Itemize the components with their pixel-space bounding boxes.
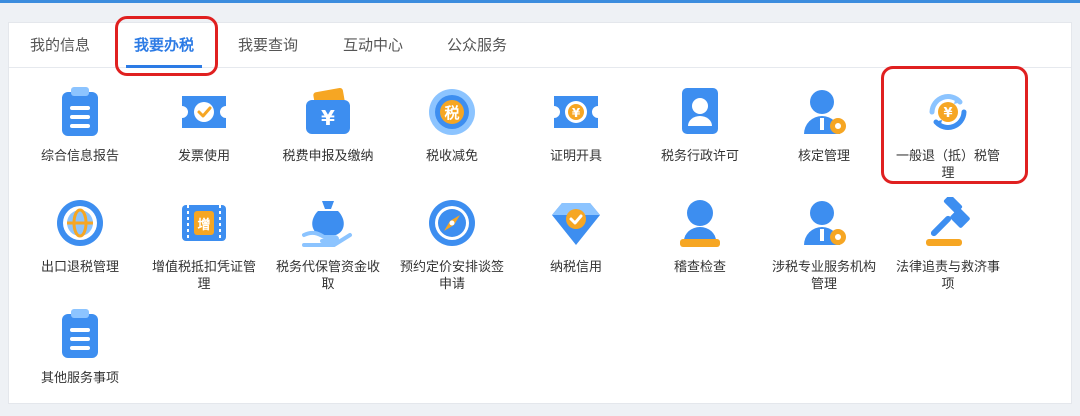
gavel-icon [922, 197, 974, 249]
svg-text:¥: ¥ [943, 106, 952, 121]
service-tax-credit[interactable]: 纳税信用 [514, 197, 638, 276]
service-comprehensive-info-report[interactable]: 综合信息报告 [18, 86, 142, 165]
service-label: 纳税信用 [549, 260, 602, 275]
service-label: 税务行政许可 [660, 149, 739, 164]
invoice-ticket-icon [178, 86, 230, 138]
clipboard-icon [54, 308, 106, 360]
service-advance-pricing[interactable]: 预约定价安排谈签申请 [390, 197, 514, 293]
vat-voucher-icon: 增 [178, 197, 230, 249]
service-label: 证明开具 [549, 149, 602, 164]
tab-query[interactable]: 我要查询 [238, 23, 298, 68]
service-panel: 我的信息 我要办税 我要查询 互动中心 公众服务 综合信息报告 发票使用 ¥ 税… [8, 22, 1072, 404]
service-certificate-issue[interactable]: ¥ 证明开具 [514, 86, 638, 165]
service-label: 税费申报及缴纳 [282, 149, 374, 164]
service-general-refund[interactable]: ¥ 一般退（抵）税管理 [886, 86, 1010, 182]
clipboard-icon [54, 86, 106, 138]
tab-my-info[interactable]: 我的信息 [30, 23, 90, 68]
wallet-yuan-icon: ¥ [302, 86, 354, 138]
service-label: 涉税专业服务机构管理 [771, 260, 876, 292]
certificate-yuan-icon: ¥ [550, 86, 602, 138]
globe-icon [54, 197, 106, 249]
diamond-check-icon [550, 197, 602, 249]
user-gear-icon [798, 197, 850, 249]
service-legal-remedy[interactable]: 法律追责与救济事项 [886, 197, 1010, 293]
service-label: 税务代保管资金收取 [275, 260, 380, 292]
inspector-icon [674, 197, 726, 249]
compass-icon [426, 197, 478, 249]
service-other[interactable]: 其他服务事项 [18, 308, 142, 387]
svg-text:¥: ¥ [321, 106, 335, 130]
service-label: 核定管理 [797, 149, 850, 164]
svg-text:¥: ¥ [572, 106, 581, 120]
service-label: 其他服务事项 [40, 371, 119, 386]
tab-public-service[interactable]: 公众服务 [447, 23, 507, 68]
svg-text:税: 税 [444, 104, 459, 122]
service-professional-agency[interactable]: 涉税专业服务机构管理 [762, 197, 886, 293]
service-tax-reduction[interactable]: 税 税收减免 [390, 86, 514, 165]
service-assessment-management[interactable]: 核定管理 [762, 86, 886, 165]
service-label: 预约定价安排谈签申请 [399, 260, 504, 292]
service-custody-fund[interactable]: 税务代保管资金收取 [266, 197, 390, 293]
service-admin-license[interactable]: 税务行政许可 [638, 86, 762, 165]
id-card-icon [674, 86, 726, 138]
service-export-refund[interactable]: 出口退税管理 [18, 197, 142, 276]
tab-bar: 我的信息 我要办税 我要查询 互动中心 公众服务 [9, 23, 1071, 68]
user-gear-icon [798, 86, 850, 138]
service-label: 出口退税管理 [40, 260, 119, 275]
service-label: 稽查检查 [673, 260, 726, 275]
service-label: 一般退（抵）税管理 [895, 149, 1000, 181]
tab-do-tax[interactable]: 我要办税 [125, 23, 203, 68]
service-invoice-use[interactable]: 发票使用 [142, 86, 266, 165]
tab-interaction-center[interactable]: 互动中心 [343, 23, 403, 68]
top-accent-bar [0, 0, 1080, 3]
service-inspection[interactable]: 稽查检查 [638, 197, 762, 276]
refund-cycle-icon: ¥ [922, 86, 974, 138]
svg-text:增: 增 [197, 217, 210, 233]
service-label: 发票使用 [177, 149, 230, 164]
tax-coin-icon: 税 [426, 86, 478, 138]
service-label: 税收减免 [425, 149, 478, 164]
service-label: 法律追责与救济事项 [895, 260, 1000, 292]
service-tax-filing-payment[interactable]: ¥ 税费申报及缴纳 [266, 86, 390, 165]
service-label: 综合信息报告 [40, 149, 119, 164]
service-vat-voucher[interactable]: 增 增值税抵扣凭证管理 [142, 197, 266, 293]
money-bag-hand-icon [302, 197, 354, 249]
service-label: 增值税抵扣凭证管理 [151, 260, 256, 292]
